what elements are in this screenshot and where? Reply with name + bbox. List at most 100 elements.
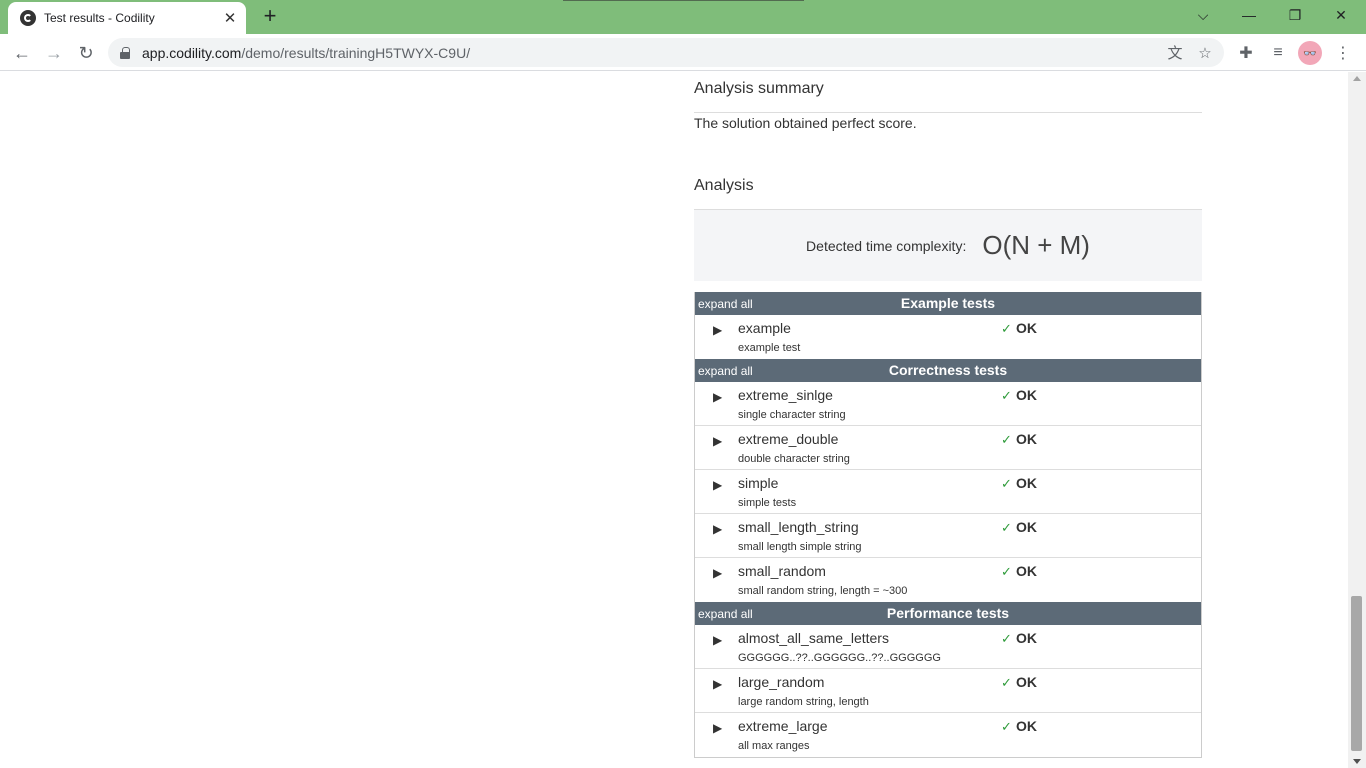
group-title: Correctness tests <box>888 362 1008 378</box>
test-description: simple tests <box>738 497 797 509</box>
test-status: OK <box>1016 563 1037 579</box>
complexity-panel: Detected time complexity: O(N + M) <box>694 210 1202 281</box>
checkmark-icon: ✓ <box>1001 520 1012 535</box>
checkmark-icon: ✓ <box>1001 321 1012 336</box>
checkmark-icon: ✓ <box>1001 388 1012 403</box>
test-row[interactable]: ▶ small_random small random string, leng… <box>695 558 1201 602</box>
lock-icon[interactable] <box>120 46 130 59</box>
profile-avatar[interactable]: 👓 <box>1298 41 1322 65</box>
group-header-example: Example tests expand all <box>695 292 1201 315</box>
minimize-icon[interactable]: — <box>1226 0 1272 30</box>
test-status: OK <box>1016 387 1037 403</box>
checkmark-icon: ✓ <box>1001 476 1012 491</box>
expand-all-link[interactable]: expand all <box>698 364 753 378</box>
test-row[interactable]: ▶ small_length_string small length simpl… <box>695 514 1201 558</box>
test-name: example <box>738 320 791 336</box>
expand-all-link[interactable]: expand all <box>698 297 753 311</box>
test-name: small_random <box>738 563 826 579</box>
test-row[interactable]: ▶ almost_all_same_letters GGGGGG..??..GG… <box>695 625 1201 669</box>
test-description: single character string <box>738 409 846 421</box>
expand-triangle-icon[interactable]: ▶ <box>713 390 722 404</box>
codility-favicon-icon <box>20 10 36 26</box>
expand-triangle-icon[interactable]: ▶ <box>713 566 722 580</box>
tab-close-icon[interactable]: ✕ <box>222 10 238 27</box>
browser-toolbar: ← → ↻ app.codility.com/demo/results/trai… <box>0 34 1366 71</box>
scrollbar-thumb[interactable] <box>1351 596 1362 751</box>
test-description: all max ranges <box>738 740 810 752</box>
test-description: small length simple string <box>738 541 862 553</box>
test-row[interactable]: ▶ extreme_sinlge single character string… <box>695 382 1201 426</box>
test-name: extreme_sinlge <box>738 387 833 403</box>
expand-triangle-icon[interactable]: ▶ <box>713 522 722 536</box>
group-header-performance: Performance tests expand all <box>695 602 1201 625</box>
expand-triangle-icon[interactable]: ▶ <box>713 478 722 492</box>
test-name: simple <box>738 475 779 491</box>
reload-icon[interactable]: ↻ <box>73 40 99 66</box>
test-name: extreme_large <box>738 718 828 734</box>
test-name: extreme_double <box>738 431 839 447</box>
test-row[interactable]: ▶ large_random large random string, leng… <box>695 669 1201 713</box>
test-description: GGGGGG..??..GGGGGG..??..GGGGGG <box>738 652 941 664</box>
browser-titlebar: Test results - Codility ✕ + ⌵ — ❐ ✕ <box>0 0 1366 34</box>
checkmark-icon: ✓ <box>1001 564 1012 579</box>
analysis-summary-text: The solution obtained perfect score. <box>694 115 917 131</box>
tests-table: Example tests expand all ▶ example examp… <box>694 292 1202 758</box>
browser-tab[interactable]: Test results - Codility ✕ <box>8 2 246 34</box>
checkmark-icon: ✓ <box>1001 719 1012 734</box>
analysis-heading: Analysis <box>694 177 754 194</box>
scroll-up-arrow-icon[interactable] <box>1353 76 1361 81</box>
checkmark-icon: ✓ <box>1001 631 1012 646</box>
new-tab-icon[interactable]: + <box>258 5 282 29</box>
test-row[interactable]: ▶ extreme_double double character string… <box>695 426 1201 470</box>
tab-search-chevron-icon[interactable]: ⌵ <box>1180 0 1226 30</box>
test-description: small random string, length = ~300 <box>738 585 908 597</box>
test-status: OK <box>1016 718 1037 734</box>
restore-icon[interactable]: ❐ <box>1272 0 1318 30</box>
chrome-menu-icon[interactable]: ⋮ <box>1330 40 1356 66</box>
translate-icon[interactable]: 文 <box>1164 42 1186 64</box>
url-text[interactable]: app.codility.com/demo/results/trainingH5… <box>142 45 1164 61</box>
media-queue-icon[interactable]: ≡ <box>1265 40 1291 66</box>
expand-triangle-icon[interactable]: ▶ <box>713 633 722 647</box>
test-description: double character string <box>738 453 850 465</box>
bookmark-star-icon[interactable]: ☆ <box>1194 42 1216 64</box>
page-scrollbar[interactable] <box>1348 72 1366 768</box>
window-drag-indicator <box>563 0 804 1</box>
complexity-label: Detected time complexity: <box>806 237 967 254</box>
test-status: OK <box>1016 320 1037 336</box>
test-description: large random string, length <box>738 696 869 708</box>
back-icon[interactable]: ← <box>9 40 35 66</box>
test-name: almost_all_same_letters <box>738 630 889 646</box>
url-path: /demo/results/trainingH5TWYX-C9U/ <box>241 44 471 61</box>
test-status: OK <box>1016 519 1037 535</box>
group-title: Performance tests <box>886 605 1010 621</box>
checkmark-icon: ✓ <box>1001 432 1012 447</box>
expand-all-link[interactable]: expand all <box>698 607 753 621</box>
page-viewport: Analysis summary The solution obtained p… <box>0 72 1348 768</box>
expand-triangle-icon[interactable]: ▶ <box>713 434 722 448</box>
expand-triangle-icon[interactable]: ▶ <box>713 721 722 735</box>
expand-triangle-icon[interactable]: ▶ <box>713 677 722 691</box>
test-row[interactable]: ▶ example example test ✓ OK <box>695 315 1201 359</box>
group-header-correctness: Correctness tests expand all <box>695 359 1201 382</box>
checkmark-icon: ✓ <box>1001 675 1012 690</box>
complexity-value: O(N + M) <box>982 230 1090 260</box>
address-bar[interactable]: app.codility.com/demo/results/trainingH5… <box>108 38 1224 67</box>
group-title: Example tests <box>900 295 996 311</box>
divider <box>694 112 1202 113</box>
test-status: OK <box>1016 630 1037 646</box>
extensions-puzzle-icon[interactable]: ✚ <box>1233 40 1259 66</box>
forward-icon[interactable]: → <box>41 40 67 66</box>
analysis-summary-heading: Analysis summary <box>694 80 824 97</box>
test-name: large_random <box>738 674 825 690</box>
test-row[interactable]: ▶ simple simple tests ✓ OK <box>695 470 1201 514</box>
test-name: small_length_string <box>738 519 859 535</box>
tab-title: Test results - Codility <box>44 11 155 25</box>
expand-triangle-icon[interactable]: ▶ <box>713 323 722 337</box>
test-status: OK <box>1016 431 1037 447</box>
test-status: OK <box>1016 674 1037 690</box>
scroll-down-arrow-icon[interactable] <box>1353 759 1361 764</box>
test-status: OK <box>1016 475 1037 491</box>
close-window-icon[interactable]: ✕ <box>1318 0 1364 30</box>
test-row[interactable]: ▶ extreme_large all max ranges ✓ OK <box>695 713 1201 757</box>
